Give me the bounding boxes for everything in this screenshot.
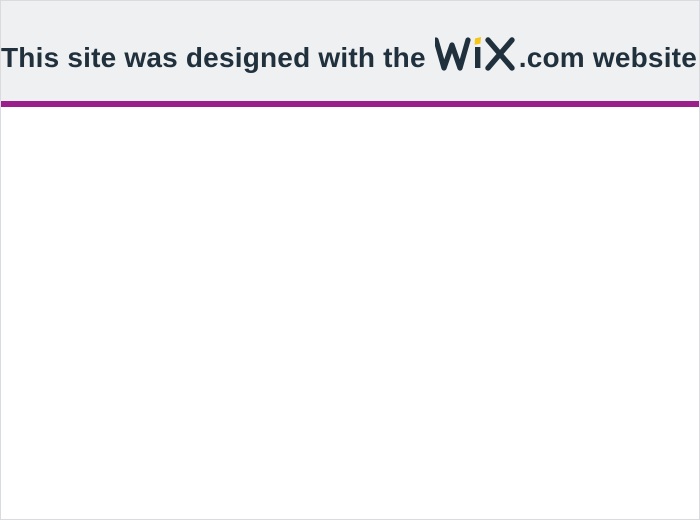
wix-logo-icon — [434, 35, 517, 71]
banner-text-before: This site was designed with the — [1, 41, 426, 73]
wix-banner-message: This site was designed with the .com web… — [1, 31, 699, 74]
banner-text-after: .com website builder. Create your websit… — [518, 41, 699, 73]
page-content-area — [1, 107, 699, 519]
wix-promo-banner[interactable]: This site was designed with the .com web… — [1, 1, 699, 101]
browser-viewport: This site was designed with the .com web… — [0, 0, 700, 520]
